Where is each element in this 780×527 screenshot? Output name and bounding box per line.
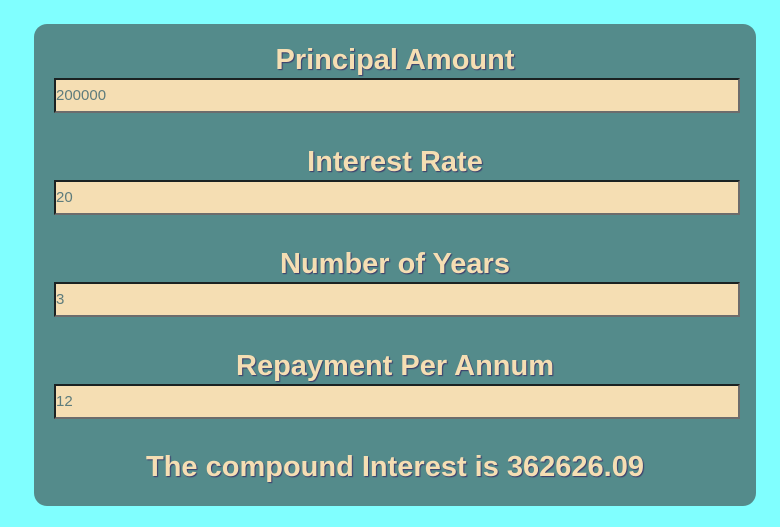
- interest-rate-input[interactable]: [54, 180, 740, 215]
- calculator-card: Principal Amount Interest Rate Number of…: [34, 24, 756, 506]
- compound-interest-result: The compound Interest is 362626.09: [145, 451, 644, 483]
- principal-amount-label: Principal Amount: [275, 44, 515, 76]
- interest-rate-label: Interest Rate: [307, 146, 483, 178]
- repayment-per-annum-label: Repayment Per Annum: [236, 350, 554, 382]
- number-of-years-label: Number of Years: [280, 248, 510, 280]
- repayment-per-annum-input[interactable]: [54, 384, 740, 419]
- principal-amount-input[interactable]: [54, 78, 740, 113]
- number-of-years-input[interactable]: [54, 282, 740, 317]
